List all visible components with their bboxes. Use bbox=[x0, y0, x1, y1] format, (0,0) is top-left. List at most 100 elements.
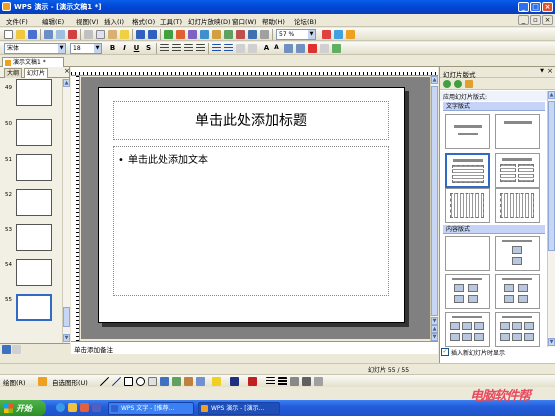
back-icon[interactable] bbox=[443, 80, 451, 88]
scroll-down-icon[interactable]: ▼ bbox=[431, 317, 438, 325]
redo-icon[interactable] bbox=[148, 30, 157, 39]
shadow-button[interactable]: S bbox=[144, 44, 153, 52]
desktop-icon[interactable] bbox=[92, 403, 101, 412]
help-icon[interactable] bbox=[322, 30, 331, 39]
canvas-scrollbar[interactable]: ▲ ▼ ▲ ▼ bbox=[430, 76, 438, 342]
print-icon[interactable] bbox=[44, 30, 53, 39]
task-pane-scrollbar[interactable]: ▲ ▼ bbox=[547, 91, 555, 347]
para-spacing-icon[interactable] bbox=[248, 44, 257, 53]
slide-thumbnail[interactable] bbox=[16, 119, 52, 146]
scroll-up-icon[interactable]: ▲ bbox=[548, 91, 555, 99]
increase-font-button[interactable]: A bbox=[262, 44, 271, 52]
grid-icon[interactable] bbox=[248, 30, 257, 39]
menu-view[interactable]: 视图(V) bbox=[76, 16, 99, 26]
menu-slideshow[interactable]: 幻灯片放映(D) bbox=[188, 16, 231, 26]
task-pane-icon[interactable] bbox=[346, 30, 355, 39]
delete-slide-icon[interactable] bbox=[236, 30, 245, 39]
save-icon[interactable] bbox=[28, 30, 37, 39]
prev-slide-icon[interactable]: ▲ bbox=[431, 325, 438, 333]
menu-edit[interactable]: 编辑(E) bbox=[42, 16, 64, 26]
insert-chart-icon[interactable] bbox=[176, 30, 185, 39]
slide-thumbnail[interactable] bbox=[16, 79, 52, 106]
tab-outline[interactable]: 大纲 bbox=[4, 68, 23, 78]
line-color-icon[interactable] bbox=[230, 377, 239, 386]
justify-icon[interactable] bbox=[196, 44, 205, 53]
menu-format[interactable]: 格式(O) bbox=[132, 16, 155, 26]
scroll-up-icon[interactable]: ▲ bbox=[63, 79, 70, 87]
line-style-icon[interactable] bbox=[266, 377, 275, 386]
home-icon[interactable] bbox=[465, 80, 473, 88]
scroll-up-icon[interactable]: ▲ bbox=[431, 76, 438, 84]
close-panel-icon[interactable]: × bbox=[64, 67, 70, 75]
doc-close-button[interactable]: × bbox=[542, 15, 553, 25]
menu-insert[interactable]: 插入(I) bbox=[104, 16, 124, 26]
font-size-select[interactable]: 18 ▼ bbox=[70, 43, 102, 54]
layout-four-content[interactable] bbox=[445, 312, 490, 347]
layout-title-only[interactable] bbox=[495, 114, 540, 149]
chevron-down-icon[interactable]: ▼ bbox=[540, 68, 544, 74]
3d-style-icon[interactable] bbox=[314, 377, 323, 386]
draw-menu[interactable]: 绘图(R) bbox=[3, 377, 26, 387]
browser-icon[interactable] bbox=[56, 403, 65, 412]
hyperlink-icon[interactable] bbox=[200, 30, 209, 39]
picture-icon[interactable] bbox=[196, 377, 205, 386]
layout-two-column[interactable] bbox=[495, 153, 540, 188]
layout-title-text[interactable] bbox=[445, 153, 490, 188]
zoom-select[interactable]: 57 % ▼ bbox=[276, 29, 316, 40]
wps-app-icon[interactable] bbox=[2, 2, 11, 11]
format-painter-icon[interactable] bbox=[120, 30, 129, 39]
tab-slides[interactable]: 幻灯片 bbox=[24, 68, 49, 78]
media-icon[interactable] bbox=[80, 403, 89, 412]
folder-icon[interactable] bbox=[68, 403, 77, 412]
bullets-icon[interactable] bbox=[224, 44, 233, 53]
body-placeholder[interactable]: • 单击此处添加文本 bbox=[113, 146, 389, 296]
numbering-icon[interactable] bbox=[212, 44, 221, 53]
maximize-button[interactable]: □ bbox=[530, 2, 541, 12]
notes-pane[interactable]: 单击添加备注 bbox=[71, 341, 438, 354]
scroll-thumb[interactable] bbox=[548, 101, 555, 251]
undo-icon[interactable] bbox=[136, 30, 145, 39]
arrow-icon[interactable] bbox=[112, 377, 121, 386]
line-icon[interactable] bbox=[100, 377, 109, 386]
forward-icon[interactable] bbox=[454, 80, 462, 88]
layout-two-content[interactable] bbox=[495, 274, 540, 309]
font-color-draw-icon[interactable] bbox=[248, 377, 257, 386]
insert-textbox-icon[interactable] bbox=[212, 30, 221, 39]
doc-restore-button[interactable]: ▫ bbox=[530, 15, 541, 25]
title-placeholder[interactable]: 单击此处添加标题 bbox=[113, 101, 389, 140]
start-button[interactable]: 开始 bbox=[0, 400, 46, 416]
indent-icon[interactable] bbox=[296, 44, 305, 53]
scroll-down-icon[interactable]: ▼ bbox=[548, 338, 555, 346]
outdent-icon[interactable] bbox=[284, 44, 293, 53]
document-tab[interactable]: 演示文稿1 * bbox=[2, 57, 64, 67]
insert-table-icon[interactable] bbox=[164, 30, 173, 39]
textbox-icon[interactable] bbox=[148, 377, 157, 386]
slide-thumbnail[interactable] bbox=[16, 189, 52, 216]
bold-button[interactable]: B bbox=[108, 44, 117, 52]
open-icon[interactable] bbox=[16, 30, 25, 39]
ellipse-icon[interactable] bbox=[136, 377, 145, 386]
close-button[interactable]: × bbox=[542, 2, 553, 12]
line-spacing-icon[interactable] bbox=[236, 44, 245, 53]
new-slide-icon[interactable] bbox=[224, 30, 233, 39]
taskbar-wps-writer[interactable]: WPS 文字 - [推荐... bbox=[108, 402, 194, 415]
scroll-thumb[interactable] bbox=[63, 307, 70, 327]
slide-thumbnail[interactable] bbox=[16, 224, 52, 251]
rectangle-icon[interactable] bbox=[124, 377, 133, 386]
minimize-button[interactable]: _ bbox=[518, 2, 529, 12]
decrease-font-button[interactable]: A bbox=[272, 44, 281, 51]
dash-style-icon[interactable] bbox=[278, 377, 287, 386]
clipart-icon[interactable] bbox=[184, 377, 193, 386]
taskbar-wps-presentation[interactable]: WPS 演示 - [演示... bbox=[198, 402, 280, 415]
select-objects-icon[interactable] bbox=[38, 377, 47, 386]
align-center-icon[interactable] bbox=[172, 44, 181, 53]
layout-vertical-text[interactable] bbox=[445, 188, 490, 223]
slideshow-icon[interactable] bbox=[334, 30, 343, 39]
show-on-insert-checkbox[interactable]: ✓ bbox=[441, 348, 449, 356]
underline-button[interactable]: U bbox=[132, 44, 141, 52]
align-right-icon[interactable] bbox=[184, 44, 193, 53]
copy-icon[interactable] bbox=[96, 30, 105, 39]
menu-tools[interactable]: 工具(T) bbox=[160, 16, 182, 26]
next-slide-icon[interactable]: ▼ bbox=[431, 333, 438, 341]
close-icon[interactable]: × bbox=[547, 67, 553, 75]
